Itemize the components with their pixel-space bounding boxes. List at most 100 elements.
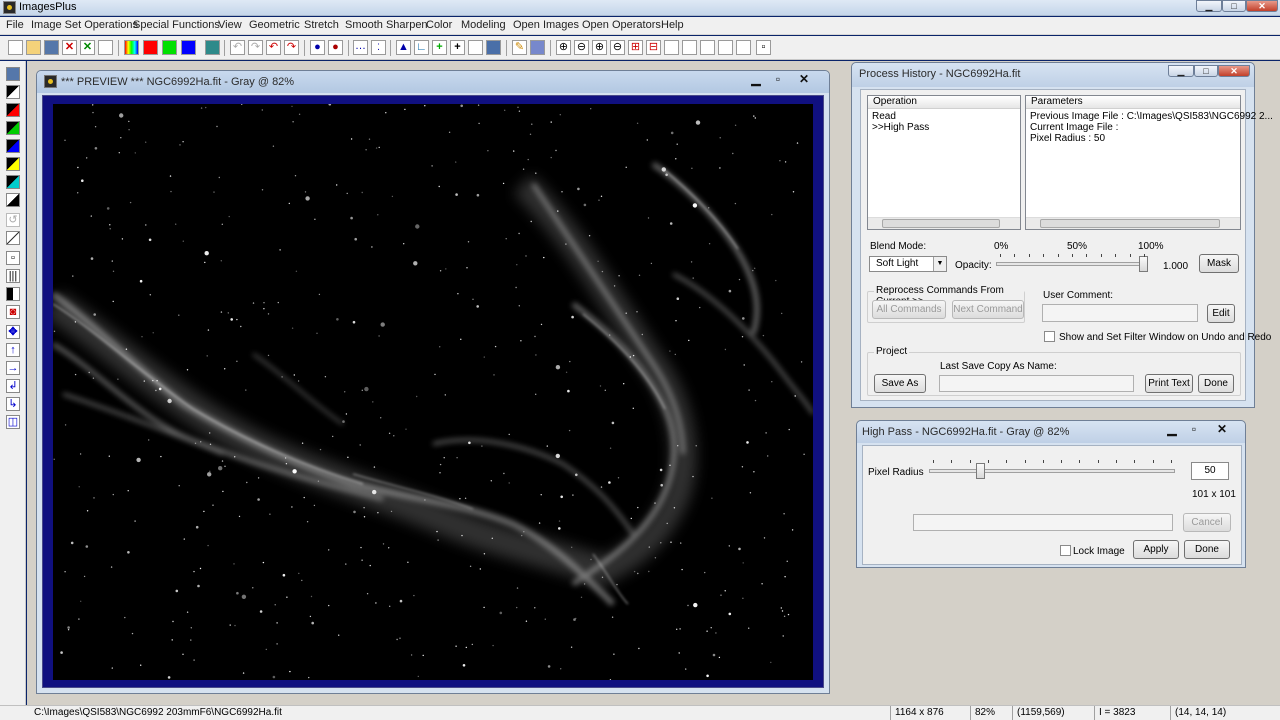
black-cyan-icon[interactable]	[6, 175, 20, 189]
ph-close-button[interactable]: ✕	[1218, 65, 1250, 77]
menu-modeling[interactable]: Modeling	[461, 19, 506, 31]
zoom-out-icon[interactable]: ⊖	[574, 40, 589, 55]
user-comment-field[interactable]	[1042, 304, 1198, 322]
table-icon[interactable]	[530, 40, 545, 55]
show-filter-checkbox[interactable]	[1044, 331, 1055, 342]
zoom-fit-icon[interactable]: ⊕	[592, 40, 607, 55]
parameters-scroll-thumb[interactable]	[1040, 219, 1220, 228]
lock-image-checkbox[interactable]	[1060, 545, 1071, 556]
window-minimize-all-icon[interactable]	[718, 40, 733, 55]
copy-icon[interactable]	[98, 40, 113, 55]
parameters-list[interactable]: Parameters Previous Image File : C:\Imag…	[1025, 95, 1273, 230]
preview-titlebar[interactable]: *** PREVIEW *** NGC6992Ha.fit - Gray @ 8…	[37, 71, 829, 93]
preview-maximize-button[interactable]: ▫	[765, 72, 791, 88]
blend-mode-select[interactable]: Soft Light ▼	[869, 256, 947, 272]
parameters-hscrollbar[interactable]	[1026, 217, 1240, 229]
window-tile-icon[interactable]	[664, 40, 679, 55]
app-close-button[interactable]: ✕	[1246, 0, 1278, 12]
red-channel-icon[interactable]	[143, 40, 158, 55]
crosshair-icon[interactable]: +	[432, 40, 447, 55]
all-commands-button[interactable]: All Commands	[872, 300, 946, 319]
operation-list[interactable]: Operation Read >>High Pass	[867, 95, 1021, 230]
operation-hscrollbar[interactable]	[868, 217, 1020, 229]
hp-done-button[interactable]: Done	[1184, 540, 1230, 559]
black-white-icon[interactable]	[6, 85, 20, 99]
bars-icon[interactable]: |||	[6, 269, 20, 283]
redo-icon[interactable]: ↷	[248, 40, 263, 55]
new-file-icon[interactable]	[8, 40, 23, 55]
blue-channel-icon[interactable]	[181, 40, 196, 55]
menu-color[interactable]: Color	[426, 19, 452, 31]
half-icon[interactable]	[6, 287, 20, 301]
next-command-button[interactable]: Next Command	[952, 300, 1024, 319]
window-close-all-icon[interactable]: ▫	[756, 40, 771, 55]
last-save-field[interactable]	[939, 375, 1134, 392]
arrow-right-icon[interactable]: →	[6, 361, 20, 375]
menu-help[interactable]: Help	[661, 19, 684, 31]
operation-item[interactable]: Read	[872, 111, 896, 122]
rotate-left-icon[interactable]: ↲	[6, 379, 20, 393]
high-pass-titlebar[interactable]: High Pass - NGC6992Ha.fit - Gray @ 82% ▁…	[857, 421, 1245, 443]
save-icon[interactable]	[6, 67, 20, 81]
cancel-button[interactable]: Cancel	[1183, 513, 1231, 532]
menu-stretch[interactable]: Stretch	[304, 19, 339, 31]
white-black-icon[interactable]	[6, 193, 20, 207]
select-icon[interactable]: ▫	[6, 251, 20, 265]
black-yellow-icon[interactable]	[6, 157, 20, 171]
rotate-right-icon[interactable]: ↳	[6, 397, 20, 411]
operation-item-selected[interactable]: >>High Pass	[872, 122, 929, 133]
zoom-actual-icon[interactable]: ⊖	[610, 40, 625, 55]
mask-button[interactable]: Mask	[1199, 254, 1239, 273]
grid-icon[interactable]	[205, 40, 220, 55]
app-minimize-button[interactable]: ▁	[1196, 0, 1222, 12]
black-red-icon[interactable]	[6, 103, 20, 117]
pencil-icon[interactable]: ✎	[512, 40, 527, 55]
undo-icon[interactable]: ↶	[230, 40, 245, 55]
zoom-in-icon[interactable]: ⊕	[556, 40, 571, 55]
dots-icon[interactable]: …	[353, 40, 368, 55]
stop-icon[interactable]: ●	[328, 40, 343, 55]
redo-all-icon[interactable]: ↷	[284, 40, 299, 55]
hp-close-button[interactable]: ✕	[1209, 422, 1235, 438]
frame-icon[interactable]	[468, 40, 483, 55]
picture-icon[interactable]	[486, 40, 501, 55]
menu-special-functions[interactable]: Special Functions	[133, 19, 220, 31]
pixel-radius-input[interactable]: 50	[1191, 462, 1229, 480]
menu-open-images[interactable]: Open Images	[513, 19, 579, 31]
green-channel-icon[interactable]	[162, 40, 177, 55]
flip-icon[interactable]: ◫	[6, 415, 20, 429]
print-text-button[interactable]: Print Text	[1145, 374, 1193, 393]
black-blue-icon[interactable]	[6, 139, 20, 153]
window-arrange-icon[interactable]	[700, 40, 715, 55]
pixel-radius-slider-thumb[interactable]	[976, 463, 985, 479]
zoom-minus-icon[interactable]: ⊟	[646, 40, 661, 55]
refresh-icon[interactable]: ↺	[6, 213, 20, 227]
edit-button[interactable]: Edit	[1207, 304, 1235, 323]
plus-icon[interactable]: +	[450, 40, 465, 55]
zoom-plus-icon[interactable]: ⊞	[628, 40, 643, 55]
apply-button[interactable]: Apply	[1133, 540, 1179, 559]
save-icon[interactable]	[44, 40, 59, 55]
menu-file[interactable]: File	[6, 19, 24, 31]
record-icon[interactable]: ●	[310, 40, 325, 55]
rgb-channels-icon[interactable]	[124, 40, 139, 55]
process-history-titlebar[interactable]: Process History - NGC6992Ha.fit ▁ □ ✕	[852, 63, 1254, 87]
ph-minimize-button[interactable]: ▁	[1168, 65, 1194, 77]
opacity-slider-thumb[interactable]	[1139, 256, 1148, 272]
curve-icon[interactable]: ∟	[414, 40, 429, 55]
points-icon[interactable]: ⁚	[371, 40, 386, 55]
open-folder-icon[interactable]	[26, 40, 41, 55]
app-maximize-button[interactable]: □	[1222, 0, 1246, 12]
preview-close-button[interactable]: ✕	[791, 72, 817, 88]
menu-open-operators[interactable]: Open Operators	[582, 19, 661, 31]
move-icon[interactable]: ✥	[6, 325, 20, 339]
arrow-up-icon[interactable]: ↑	[6, 343, 20, 357]
close-all-icon[interactable]: ✕	[80, 40, 95, 55]
diagonal-icon[interactable]	[6, 231, 20, 245]
operation-scroll-thumb[interactable]	[882, 219, 1000, 228]
close-image-icon[interactable]: ✕	[62, 40, 77, 55]
hp-maximize-button[interactable]: ▫	[1181, 422, 1207, 438]
menu-smooth-sharpen[interactable]: Smooth Sharpen	[345, 19, 428, 31]
nebula-image[interactable]	[53, 104, 813, 680]
window-cascade-icon[interactable]	[682, 40, 697, 55]
